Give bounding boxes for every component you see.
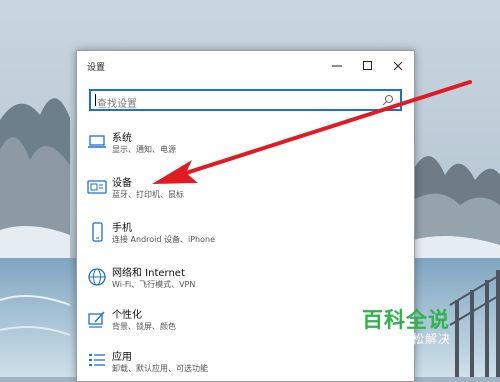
title-bar[interactable]: 设置: [77, 51, 414, 81]
search-input[interactable]: 查找设置: [89, 89, 402, 111]
minimize-icon: [332, 65, 342, 67]
maximize-icon: [363, 61, 372, 70]
category-phone[interactable]: 手机 连接 Android 设备、iPhone: [77, 216, 414, 260]
text-caret: [95, 94, 96, 106]
close-icon: [393, 61, 403, 71]
devices-icon: [87, 180, 107, 194]
category-title: 手机: [112, 223, 132, 234]
laptop-icon: [88, 135, 106, 148]
category-title: 设备: [112, 178, 132, 189]
watermark: 百科全说 助你轻松解决: [340, 298, 490, 358]
watermark-sub-text: 助你轻松解决: [373, 332, 452, 346]
maximize-button[interactable]: [353, 51, 383, 81]
category-subtitle: 连接 Android 设备、iPhone: [112, 235, 216, 244]
category-subtitle: Wi-Fi、飞行模式、VPN: [112, 280, 196, 289]
category-subtitle: 卸载、默认应用、可选功能: [112, 364, 208, 373]
minimize-button[interactable]: [322, 51, 352, 81]
category-title: 应用: [112, 352, 132, 363]
category-subtitle: 背景、锁屏、颜色: [112, 322, 176, 331]
globe-icon: [88, 268, 106, 286]
category-system[interactable]: 系统 显示、通知、电源: [77, 126, 414, 170]
category-title: 网络和 Internet: [112, 268, 185, 279]
window-title: 设置: [87, 63, 106, 73]
close-button[interactable]: [383, 51, 413, 81]
phone-icon: [92, 222, 103, 242]
search-placeholder: 查找设置: [97, 99, 137, 110]
apps-list-icon: [89, 354, 105, 366]
category-subtitle: 显示、通知、电源: [112, 145, 176, 154]
category-title: 个性化: [112, 310, 142, 321]
search-icon[interactable]: [382, 94, 394, 106]
category-title: 系统: [112, 133, 132, 144]
category-devices[interactable]: 设备 蓝牙、打印机、鼠标: [77, 171, 414, 215]
category-subtitle: 蓝牙、打印机、鼠标: [112, 190, 184, 199]
personalize-brush-icon: [88, 311, 105, 328]
